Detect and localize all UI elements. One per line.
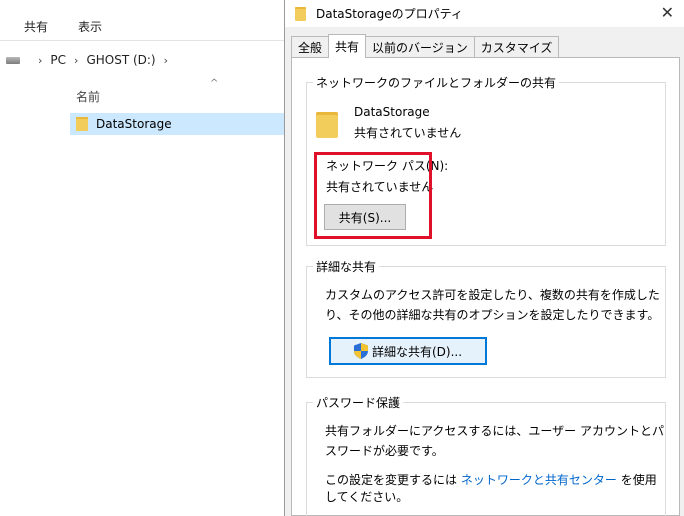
group-label: パスワード保護 bbox=[313, 394, 404, 411]
password-change-prefix: この設定を変更するには bbox=[325, 473, 458, 487]
advanced-sharing-button-label: 詳細な共有(D)... bbox=[371, 344, 463, 359]
address-bar[interactable]: › PC › GHOST (D:) › bbox=[6, 50, 176, 70]
sharing-panel: ネットワークのファイルとフォルダーの共有 DataStorage 共有されていま… bbox=[291, 57, 680, 516]
chevron-right-icon[interactable]: › bbox=[38, 54, 42, 67]
tab-previous-versions[interactable]: 以前のバージョン bbox=[365, 36, 475, 58]
folder-icon bbox=[295, 6, 306, 21]
group-label: 詳細な共有 bbox=[313, 258, 380, 275]
advanced-sharing-button[interactable]: 詳細な共有(D)... bbox=[329, 337, 487, 365]
file-name: DataStorage bbox=[96, 117, 172, 131]
dialog-titlebar[interactable]: DataStorageのプロパティ ✕ bbox=[285, 0, 684, 27]
advanced-sharing-group: 詳細な共有 カスタムのアクセス許可を設定したり、複数の共有を作成したり、その他の… bbox=[306, 258, 666, 378]
highlight-box bbox=[314, 152, 432, 239]
properties-dialog: DataStorageのプロパティ ✕ 全般 共有 以前のバージョン カスタマイ… bbox=[284, 0, 684, 516]
close-icon[interactable]: ✕ bbox=[661, 3, 674, 23]
breadcrumb-drive[interactable]: GHOST (D:) bbox=[86, 53, 155, 67]
tab-general[interactable]: 全般 bbox=[291, 36, 330, 58]
chevron-right-icon[interactable]: › bbox=[164, 54, 168, 67]
tab-customize[interactable]: カスタマイズ bbox=[473, 36, 560, 58]
ribbon-tab-share[interactable]: 共有 bbox=[24, 18, 48, 35]
tab-sharing[interactable]: 共有 bbox=[328, 34, 367, 58]
folder-icon bbox=[76, 117, 88, 131]
chevron-right-icon[interactable]: › bbox=[74, 54, 78, 67]
advanced-sharing-description: カスタムのアクセス許可を設定したり、複数の共有を作成したり、その他の詳細な共有の… bbox=[325, 288, 660, 322]
sort-up-icon: ^ bbox=[210, 78, 219, 89]
drive-icon bbox=[6, 56, 20, 64]
ribbon-tab-view[interactable]: 表示 bbox=[78, 18, 102, 35]
tab-strip: 全般 共有 以前のバージョン カスタマイズ bbox=[291, 34, 560, 58]
network-sharing-center-link[interactable]: ネットワークと共有センター bbox=[461, 473, 617, 487]
group-label: ネットワークのファイルとフォルダーの共有 bbox=[313, 74, 560, 91]
explorer-window: 共有 表示 › PC › GHOST (D:) › ^ 名前 DataStora… bbox=[0, 0, 290, 516]
shield-icon bbox=[353, 343, 368, 359]
breadcrumb-pc[interactable]: PC bbox=[50, 53, 66, 67]
password-protection-group: パスワード保護 共有フォルダーにアクセスするには、ユーザー アカウントとパスワー… bbox=[306, 394, 666, 516]
share-folder-name: DataStorage bbox=[354, 105, 430, 119]
column-header-name[interactable]: 名前 bbox=[76, 88, 100, 105]
ribbon-divider bbox=[0, 40, 290, 41]
share-folder-status: 共有されていません bbox=[354, 126, 462, 140]
dialog-title: DataStorageのプロパティ bbox=[316, 7, 463, 21]
password-protection-description: 共有フォルダーにアクセスするには、ユーザー アカウントとパスワードが必要です。 bbox=[325, 424, 664, 458]
file-row-datastorage[interactable]: DataStorage bbox=[70, 113, 290, 135]
password-change-text: この設定を変更するには ネットワークと共有センター を使用してください。 bbox=[325, 471, 665, 505]
folder-icon bbox=[316, 112, 338, 138]
